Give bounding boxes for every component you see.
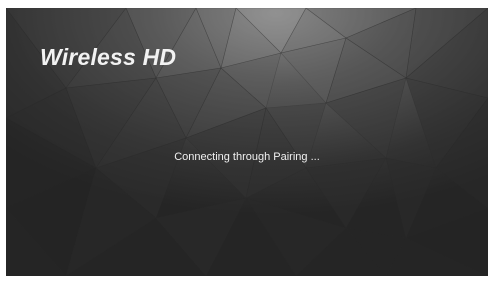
app-title: Wireless HD <box>40 44 177 70</box>
status-message: Connecting through Pairing ... <box>174 151 320 163</box>
wireless-hd-screen: Wireless HD Connecting through Pairing .… <box>6 8 488 276</box>
